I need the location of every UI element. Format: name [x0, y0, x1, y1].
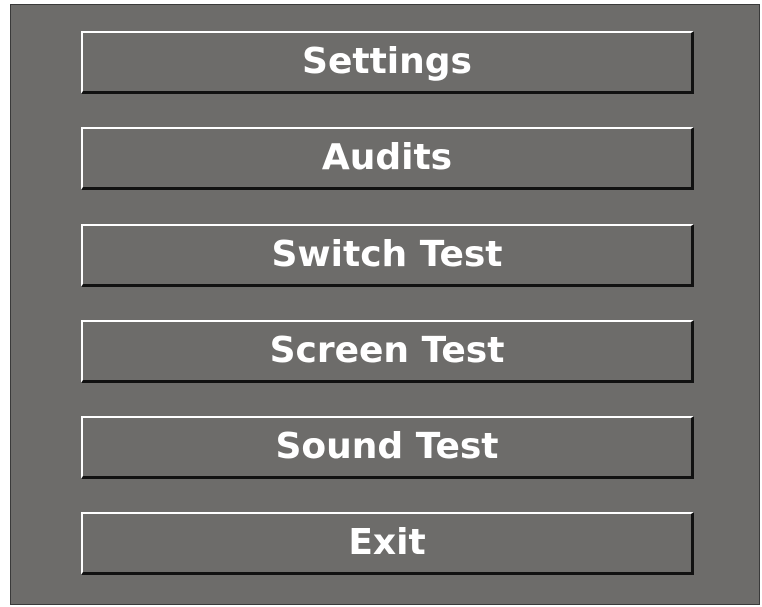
settings-button[interactable]: Settings: [81, 31, 694, 94]
exit-button[interactable]: Exit: [81, 512, 694, 575]
audits-button[interactable]: Audits: [81, 127, 694, 190]
exit-button-label: Exit: [348, 522, 426, 563]
service-menu-panel: Settings Audits Switch Test Screen Test …: [10, 4, 760, 605]
screen-test-button[interactable]: Screen Test: [81, 320, 694, 383]
switch-test-button-label: Switch Test: [271, 234, 503, 275]
screen-test-button-label: Screen Test: [269, 330, 505, 371]
sound-test-button-label: Sound Test: [275, 426, 499, 467]
sound-test-button[interactable]: Sound Test: [81, 416, 694, 479]
switch-test-button[interactable]: Switch Test: [81, 224, 694, 287]
audits-button-label: Audits: [321, 137, 453, 178]
settings-button-label: Settings: [302, 41, 472, 82]
